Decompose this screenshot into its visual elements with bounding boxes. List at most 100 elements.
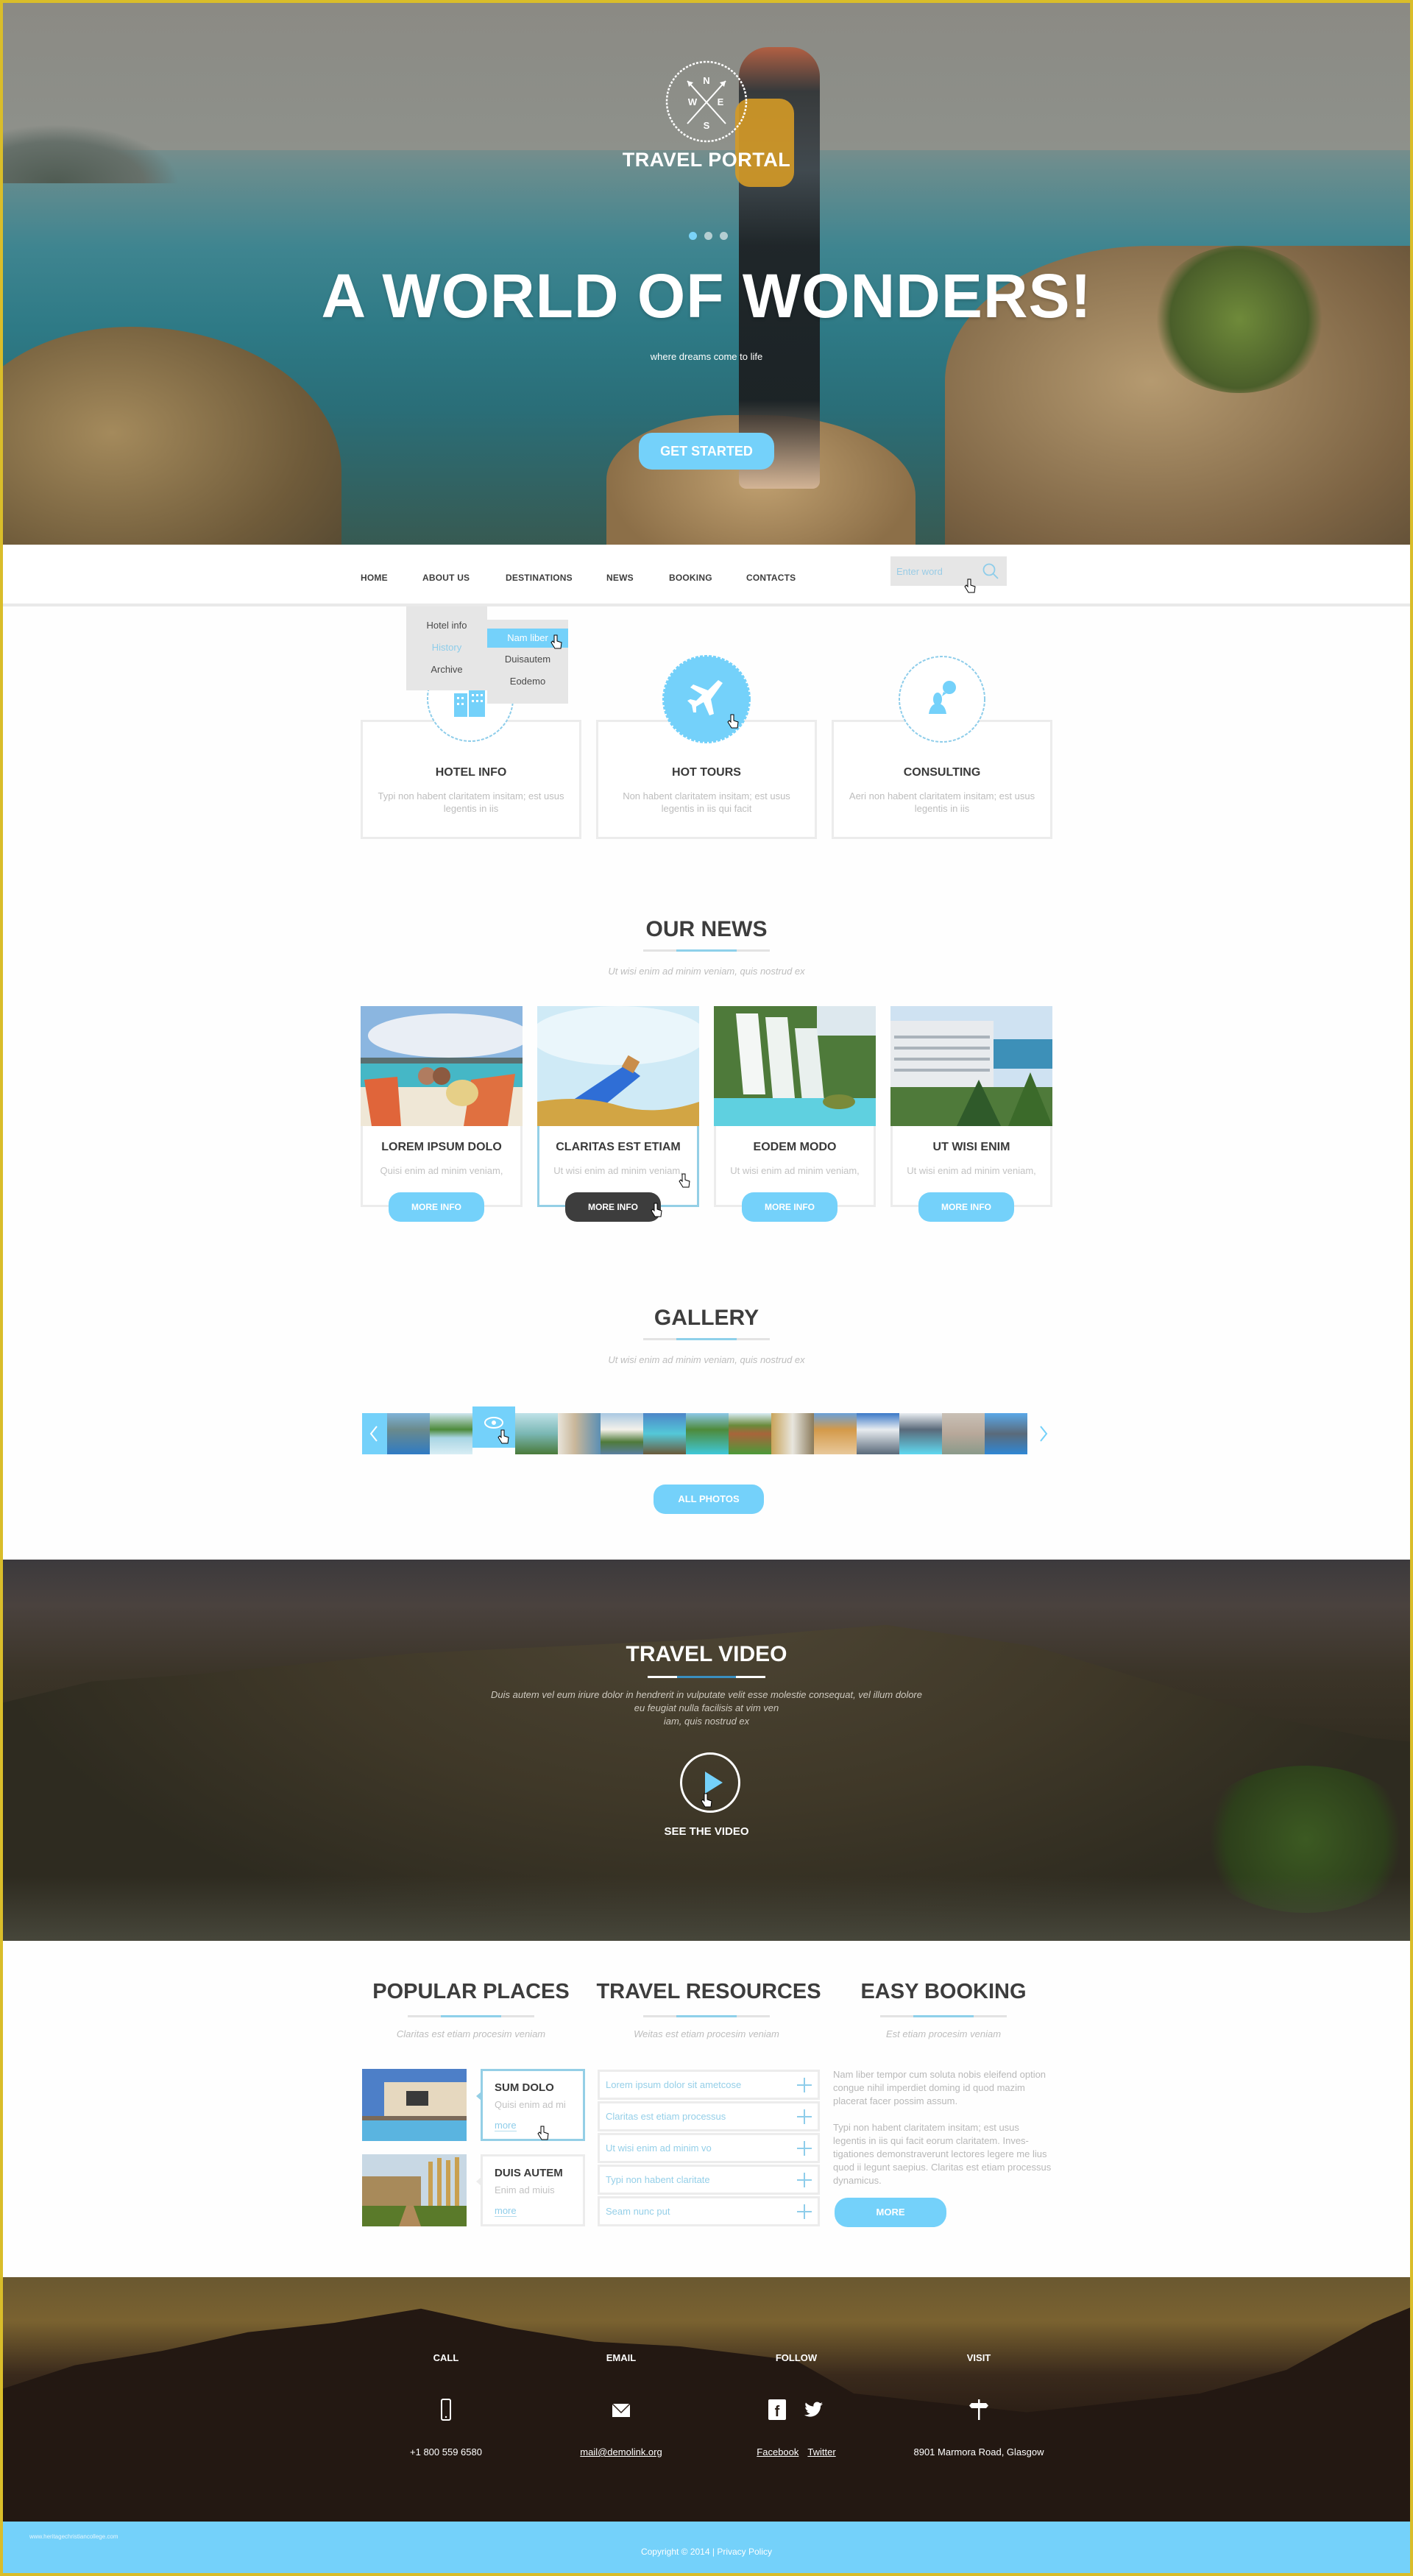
plus-icon[interactable] — [797, 2109, 812, 2124]
gallery-thumbnail[interactable] — [686, 1413, 729, 1454]
gallery-prev-button[interactable] — [362, 1413, 387, 1454]
resource-label: Ut wisi enim ad minim vo — [606, 2142, 712, 2154]
popular-place-card[interactable]: DUIS AUTEM Enim ad miuis more — [476, 2154, 585, 2226]
place-image-villa-pool[interactable] — [362, 2069, 467, 2141]
place-title: SUM DOLO — [495, 2081, 554, 2094]
nav-contacts[interactable]: CONTACTS — [746, 573, 796, 583]
easy-booking-underline — [880, 2015, 1007, 2017]
twitter-icon[interactable] — [802, 2398, 826, 2421]
travel-video-section — [3, 1560, 1410, 1941]
place-image-colosseum[interactable] — [362, 2154, 467, 2226]
site-logo-text[interactable]: TRAVEL PORTAL — [559, 149, 854, 171]
news-image-beach-couple[interactable] — [361, 1006, 523, 1126]
dropdown-item-archive[interactable]: Archive — [406, 664, 487, 675]
search-icon[interactable] — [982, 562, 999, 580]
gallery-thumbnail[interactable] — [942, 1413, 985, 1454]
plus-icon[interactable] — [797, 2141, 812, 2156]
gallery-thumbnail[interactable] — [857, 1413, 899, 1454]
footer-call: CALL +1 800 559 6580 — [372, 2352, 520, 2458]
gallery-thumbnail[interactable] — [771, 1413, 814, 1454]
resource-label: Typi non habent claritate — [606, 2174, 710, 2185]
plus-icon[interactable] — [797, 2078, 812, 2092]
nav-booking[interactable]: BOOKING — [669, 573, 712, 583]
nav-destinations[interactable]: DESTINATIONS — [506, 573, 573, 583]
submenu-item-eodemo[interactable]: Eodemo — [487, 676, 568, 687]
airplane-icon[interactable] — [661, 654, 752, 745]
more-info-button[interactable]: MORE INFO — [742, 1192, 837, 1222]
all-photos-button[interactable]: ALL PHOTOS — [654, 1485, 764, 1514]
facebook-link[interactable]: Facebook — [757, 2446, 798, 2458]
main-nav: HOME ABOUT US DESTINATIONS NEWS BOOKING … — [3, 545, 1410, 606]
resource-accordion-item[interactable]: Typi non habent claritate — [598, 2165, 820, 2195]
news-image-resort-hotel[interactable] — [890, 1006, 1052, 1126]
gallery-thumbnail[interactable] — [814, 1413, 857, 1454]
consulting-chat-icon[interactable] — [896, 654, 988, 745]
feature-desc: Aeri non habent claritatem insitam; est … — [849, 790, 1035, 814]
nav-about-us[interactable]: ABOUT US — [422, 573, 470, 583]
email-link[interactable]: mail@demolink.org — [580, 2446, 662, 2458]
resource-accordion-item[interactable]: Ut wisi enim ad minim vo — [598, 2133, 820, 2163]
easy-booking-more-button[interactable]: MORE — [835, 2198, 946, 2227]
slider-dots — [689, 232, 728, 240]
submenu-item-duisautem[interactable]: Duisautem — [487, 654, 568, 665]
dropdown-item-history[interactable]: History — [406, 642, 487, 653]
resource-label: Seam nunc put — [606, 2206, 670, 2217]
news-card[interactable]: CLARITAS EST ETIAM Ut wisi enim ad minim… — [537, 1006, 699, 1207]
place-more-link[interactable]: more — [495, 2120, 517, 2131]
privacy-policy-link[interactable]: Privacy Policy — [717, 2547, 772, 2557]
hero-subtitle: where dreams come to life — [650, 351, 763, 362]
gallery-thumbnail[interactable] — [985, 1413, 1027, 1454]
feature-title: HOTEL INFO — [435, 766, 507, 779]
popular-places-underline — [408, 2015, 534, 2017]
plus-icon[interactable] — [797, 2173, 812, 2187]
gallery-thumbnail[interactable] — [643, 1413, 686, 1454]
news-card[interactable]: EODEM MODO Ut wisi enim ad minim veniam, — [714, 1006, 876, 1207]
history-submenu: Nam liber Duisautem Eodemo — [487, 620, 568, 704]
place-more-link[interactable]: more — [495, 2205, 517, 2217]
gallery-thumbnail[interactable] — [601, 1413, 643, 1454]
nav-news[interactable]: NEWS — [606, 573, 634, 583]
twitter-link[interactable]: Twitter — [807, 2446, 835, 2458]
search-input[interactable] — [896, 564, 977, 578]
dropdown-item-hotel-info[interactable]: Hotel info — [406, 620, 487, 631]
news-desc: Ut wisi enim ad minim veniam, — [553, 1165, 683, 1176]
gallery-carousel — [362, 1406, 1030, 1454]
news-section-title: OUR NEWS — [645, 917, 768, 941]
travel-resources-subtitle: Weitas est etiam procesim veniam — [634, 2028, 779, 2039]
gallery-thumbnail[interactable] — [515, 1413, 558, 1454]
news-card[interactable]: UT WISI ENIM Ut wisi enim ad minim venia… — [890, 1006, 1052, 1207]
hand-cursor-icon — [679, 1173, 690, 1188]
more-info-button[interactable]: MORE INFO — [389, 1192, 484, 1222]
compass-logo-icon[interactable]: N E S W — [662, 57, 751, 146]
news-image-waterfall[interactable] — [714, 1006, 876, 1126]
resource-accordion-item[interactable]: Seam nunc put — [598, 2196, 820, 2226]
gallery-next-button[interactable] — [1030, 1413, 1055, 1454]
slider-dot[interactable] — [689, 232, 697, 240]
resource-accordion-item[interactable]: Claritas est etiam processus — [598, 2101, 820, 2131]
facebook-icon[interactable]: f — [765, 2398, 789, 2421]
news-image-bottle-on-beach[interactable] — [537, 1006, 699, 1126]
gallery-thumbnail[interactable] — [899, 1413, 942, 1454]
gallery-thumbnail[interactable] — [387, 1413, 430, 1454]
popular-place-card[interactable]: SUM DOLO Quisi enim ad mi more — [476, 2069, 585, 2141]
watermark-url: www.heritagechristiancollege.com — [29, 2533, 118, 2540]
hand-cursor-icon — [497, 1429, 509, 1444]
gallery-thumbnail[interactable] — [430, 1413, 472, 1454]
nav-home[interactable]: HOME — [361, 573, 388, 583]
plus-icon[interactable] — [797, 2204, 812, 2219]
more-info-button[interactable]: MORE INFO — [918, 1192, 1014, 1222]
slider-dot[interactable] — [720, 232, 728, 240]
news-card[interactable]: LOREM IPSUM DOLO Quisi enim ad minim ven… — [361, 1006, 523, 1207]
video-section-title: TRAVEL VIDEO — [626, 1642, 787, 1666]
popular-places-title: POPULAR PLACES — [372, 1980, 570, 2003]
gallery-thumbnail[interactable] — [558, 1413, 601, 1454]
page: N E S W TRAVEL PORTAL A WORLD OF WONDERS… — [3, 3, 1410, 2573]
video-desc-line: Duis autem vel eum iriure dolor in hendr… — [490, 1689, 922, 1700]
see-the-video-link[interactable]: SEE THE VIDEO — [596, 1825, 817, 1838]
gallery-thumbnail[interactable] — [729, 1413, 771, 1454]
get-started-button[interactable]: GET STARTED — [639, 433, 774, 470]
slider-dot[interactable] — [704, 232, 712, 240]
resource-accordion-item[interactable]: Lorem ipsum dolor sit ametcose — [598, 2070, 820, 2100]
more-info-button[interactable]: MORE INFO — [565, 1192, 661, 1222]
footer-email-heading: EMAIL — [606, 2352, 637, 2363]
